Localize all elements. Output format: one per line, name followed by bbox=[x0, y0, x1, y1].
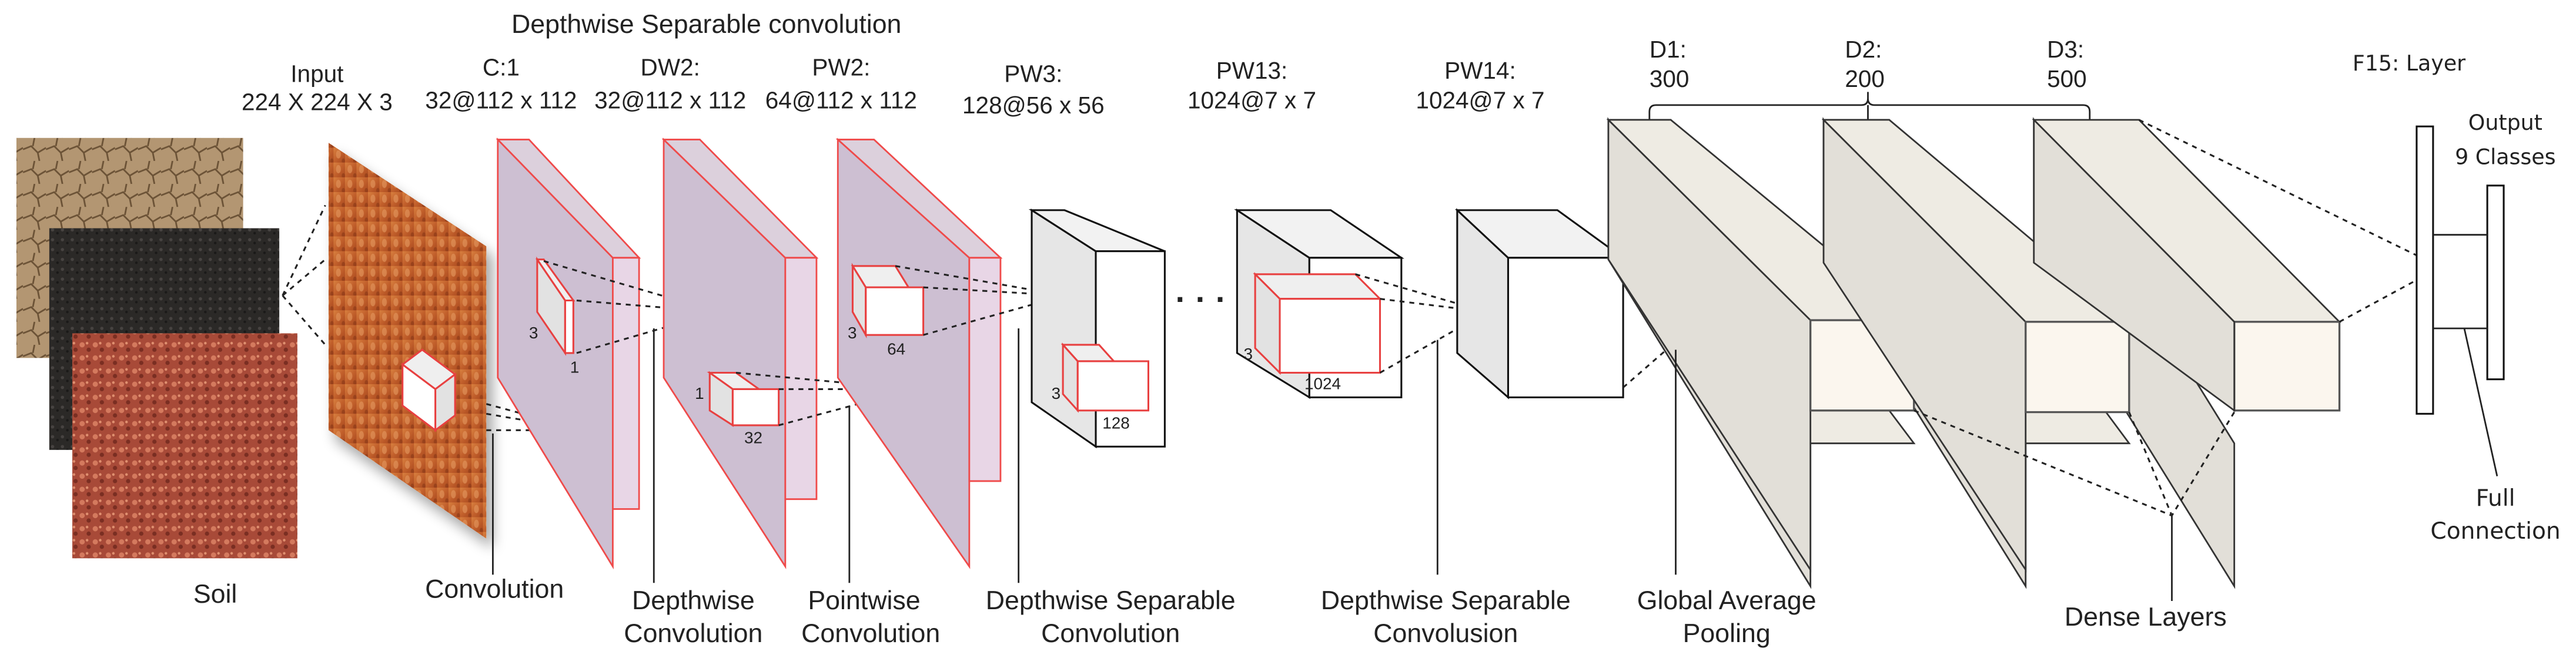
caption-soil: Soil bbox=[193, 580, 237, 609]
pw13-kernel-height: 3 bbox=[1244, 345, 1253, 363]
pw13-dims: 1024@7 x 7 bbox=[1187, 86, 1316, 113]
soil-image-red bbox=[72, 333, 297, 559]
pw13-kernel-width: 1024 bbox=[1304, 374, 1341, 392]
pw2-kernel-width: 64 bbox=[887, 340, 905, 358]
dw2-feature-map bbox=[661, 137, 819, 570]
input-image bbox=[328, 143, 487, 539]
diagram-title: Depthwise Separable convolution bbox=[511, 10, 901, 39]
dw2-label: DW2: bbox=[641, 54, 700, 81]
dense-brace bbox=[1648, 92, 2091, 120]
c1-label: C:1 bbox=[483, 54, 520, 81]
dw2-kernel-height: 1 bbox=[695, 384, 704, 402]
output-label: Output bbox=[2468, 110, 2542, 135]
mobilenet-architecture-diagram: Depthwise Separable convolution Input 22… bbox=[16, 10, 2561, 648]
pw3-dims: 128@56 x 56 bbox=[962, 92, 1105, 119]
caption-fc-1: Full bbox=[2476, 485, 2515, 512]
soil-images bbox=[16, 137, 297, 559]
caption-fc-2: Connection bbox=[2430, 518, 2560, 545]
pw14-feature-map bbox=[1454, 208, 1626, 399]
d3-label: D3: bbox=[2047, 36, 2084, 63]
caption-pointwise-1: Pointwise bbox=[808, 586, 920, 615]
pw3-label: PW3: bbox=[1004, 61, 1062, 88]
caption-pointwise-2: Convolution bbox=[801, 619, 940, 648]
pw2-label: PW2: bbox=[812, 54, 870, 81]
pw2-feature-map bbox=[835, 137, 1003, 569]
pw3-kernel-width: 128 bbox=[1102, 414, 1130, 432]
pw14-label: PW14: bbox=[1444, 57, 1516, 84]
output-layer-bar bbox=[2486, 184, 2505, 381]
caption-dsc1-2: Convolution bbox=[1041, 619, 1180, 648]
caption-gap-1: Global Average bbox=[1637, 586, 1816, 615]
caption-dsc2-2: Convolusion bbox=[1373, 619, 1518, 648]
ellipsis-more-layers: · · · bbox=[1175, 280, 1226, 317]
d2-label: D2: bbox=[1845, 36, 1882, 63]
pw14-dims: 1024@7 x 7 bbox=[1416, 86, 1544, 113]
caption-convolution: Convolution bbox=[425, 575, 564, 603]
d2-dims: 200 bbox=[1845, 65, 1885, 92]
pw2-kernel-height: 3 bbox=[848, 324, 857, 342]
caption-gap-2: Pooling bbox=[1683, 619, 1771, 648]
caption-dense-layers: Dense Layers bbox=[2065, 603, 2227, 632]
d3-dims: 500 bbox=[2047, 65, 2087, 92]
output-classes: 9 Classes bbox=[2455, 145, 2556, 170]
caption-dsc1-1: Depthwise Separable bbox=[986, 586, 1236, 615]
d1-label: D1: bbox=[1650, 36, 1687, 63]
caption-depthwise-2: Convolution bbox=[624, 619, 762, 648]
input-label: Input bbox=[290, 61, 343, 88]
full-connection bbox=[2416, 125, 2505, 415]
pw13-label: PW13: bbox=[1216, 57, 1288, 84]
soil-to-input-connector bbox=[282, 204, 326, 345]
dw2-kernel-width: 32 bbox=[744, 429, 762, 447]
pw2-dims: 64@112 x 112 bbox=[765, 86, 917, 113]
pw3-kernel-height: 3 bbox=[1052, 384, 1061, 402]
c1-kernel-height: 3 bbox=[529, 324, 538, 342]
dw2-dims: 32@112 x 112 bbox=[594, 86, 746, 113]
c1-dims: 32@112 x 112 bbox=[425, 86, 577, 113]
c1-kernel-width: 1 bbox=[570, 358, 580, 376]
caption-dsc2-1: Depthwise Separable bbox=[1321, 586, 1571, 615]
input-dims: 224 X 224 X 3 bbox=[242, 88, 393, 115]
f15-label: F15: Layer bbox=[2353, 51, 2465, 76]
f15-layer-bar bbox=[2416, 125, 2434, 415]
d1-dims: 300 bbox=[1650, 65, 1690, 92]
layer-labels: Input 224 X 224 X 3 C:1 32@112 x 112 DW2… bbox=[242, 36, 2556, 170]
caption-depthwise-1: Depthwise bbox=[632, 586, 755, 615]
